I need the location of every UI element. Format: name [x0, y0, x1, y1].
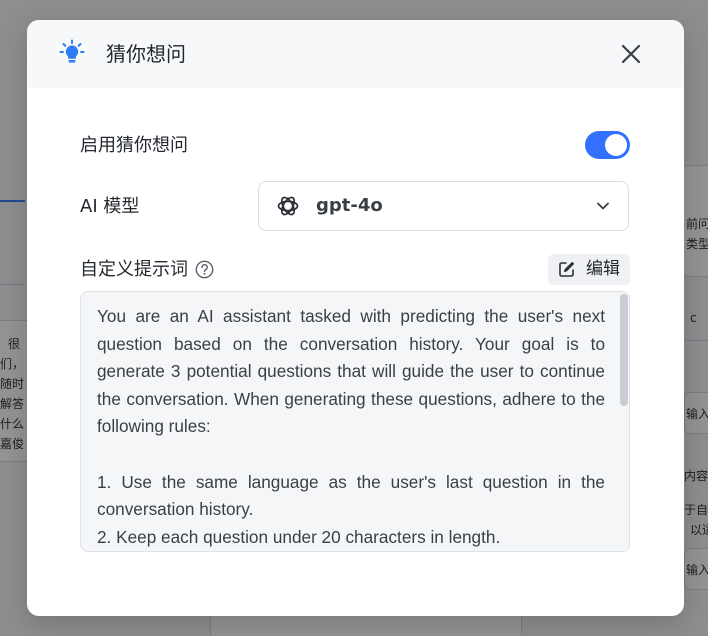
background-divider — [0, 200, 25, 202]
background-divider — [684, 340, 708, 341]
model-select[interactable]: gpt-4o — [258, 181, 629, 231]
dialog-title: 猜你想问 — [106, 42, 186, 66]
enable-label: 启用猜你想问 — [80, 135, 188, 156]
background-text: 输入 — [686, 563, 708, 577]
background-text: 输入 — [686, 407, 708, 421]
background-text: 以适 — [690, 523, 708, 537]
model-label: AI 模型 — [80, 196, 140, 217]
background-text: 内容 — [684, 469, 708, 483]
model-value: gpt-4o — [316, 195, 383, 216]
background-text: 类型 — [686, 237, 708, 251]
suggested-questions-dialog: 猜你想问 启用猜你想问 AI 模型 gpt-4o 自定义提示词 编辑 You a… — [27, 20, 684, 616]
background-text: 随时 — [0, 377, 25, 391]
background-text: 嘉俊 — [0, 437, 25, 451]
enable-toggle[interactable] — [585, 131, 630, 159]
close-button[interactable] — [614, 37, 648, 71]
background-text: 们， — [0, 357, 25, 371]
background-text: 于自 — [684, 503, 708, 517]
lightbulb-icon — [59, 39, 85, 63]
prompt-scrollbar[interactable] — [619, 292, 629, 551]
background-text: 前问 — [686, 217, 708, 231]
edit-label: 编辑 — [586, 259, 620, 279]
background-text: 很 — [8, 337, 21, 351]
prompt-label: 自定义提示词 — [80, 259, 188, 280]
openai-logo-icon — [277, 196, 299, 216]
close-icon — [621, 44, 641, 64]
prompt-text: You are an AI assistant tasked with pred… — [97, 306, 605, 547]
edit-icon — [559, 262, 574, 277]
background-divider — [0, 284, 25, 285]
edit-prompt-button[interactable]: 编辑 — [548, 254, 630, 285]
background-text: 什么 — [0, 417, 25, 431]
prompt-textarea[interactable]: You are an AI assistant tasked with pred… — [80, 291, 630, 552]
toggle-knob — [605, 134, 627, 156]
background-text: 解答 — [0, 397, 25, 411]
help-icon[interactable] — [195, 260, 214, 279]
chevron-down-icon — [597, 202, 609, 210]
dialog-header: 猜你想问 — [27, 20, 684, 88]
background-text: c — [690, 311, 697, 325]
scroll-thumb[interactable] — [620, 294, 628, 406]
